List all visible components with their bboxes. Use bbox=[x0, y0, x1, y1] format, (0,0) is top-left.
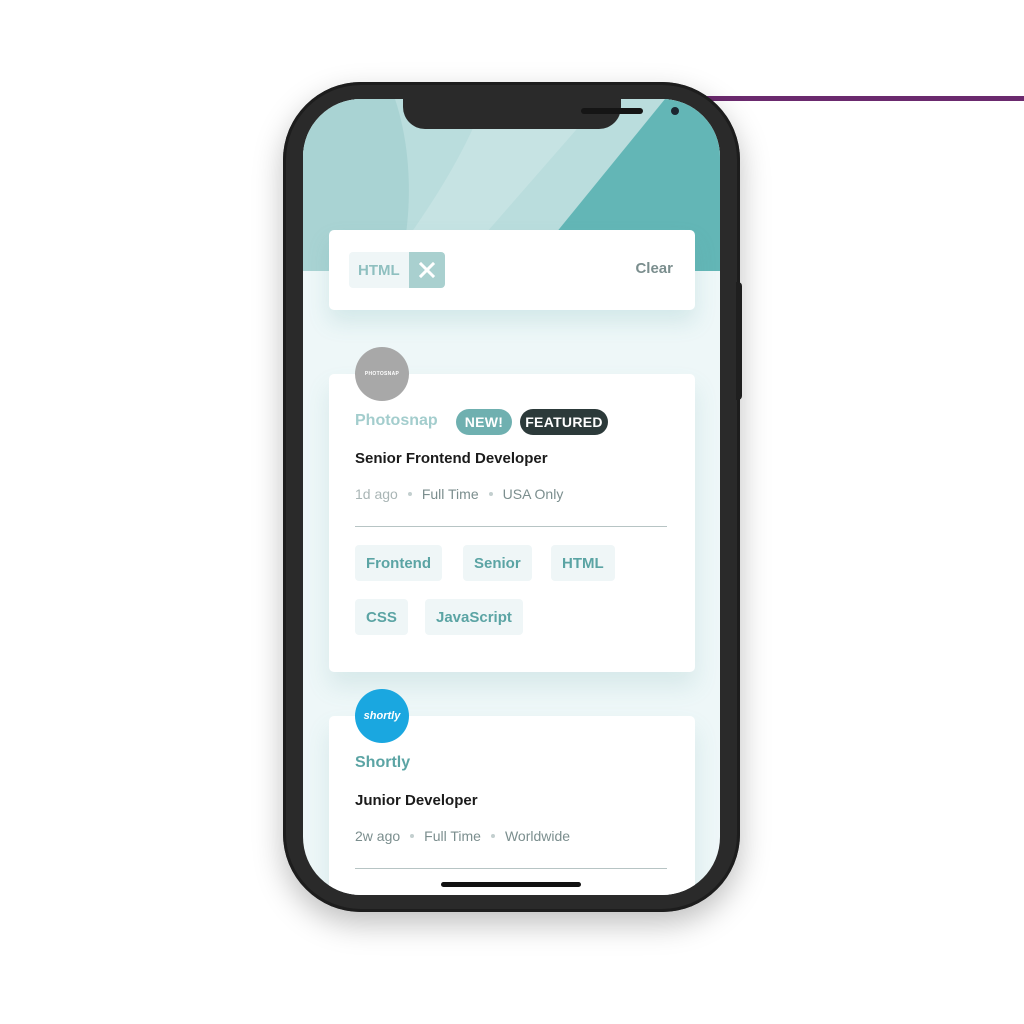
phone-frame: HTML Clear PHOTOSNAP Photosnap NEW! FEAT… bbox=[283, 82, 740, 912]
card-divider bbox=[355, 526, 667, 527]
tag-html[interactable]: HTML bbox=[551, 545, 615, 581]
speaker-grille bbox=[581, 108, 643, 114]
posted-at: 1d ago bbox=[355, 486, 398, 502]
phone-notch bbox=[403, 99, 679, 129]
contract-type: Full Time bbox=[421, 486, 479, 502]
decorative-accent-line bbox=[700, 96, 1024, 101]
phone-side-button bbox=[736, 282, 742, 400]
clear-filters-button[interactable]: Clear bbox=[635, 260, 673, 277]
company-name: Shortly bbox=[355, 754, 411, 771]
posted-at: 2w ago bbox=[355, 828, 401, 844]
job-location: Worldwide bbox=[504, 828, 571, 844]
tag-css[interactable]: CSS bbox=[355, 599, 408, 635]
contract-type: Full Time bbox=[424, 828, 481, 844]
job-position-title[interactable]: Senior Frontend Developer bbox=[355, 450, 548, 467]
separator-dot bbox=[490, 834, 495, 838]
logo-text: PHOTOSNAP bbox=[364, 371, 400, 377]
job-position-title[interactable]: Junior Developer bbox=[355, 792, 478, 809]
filter-chip-label: HTML bbox=[349, 252, 409, 288]
remove-filter-button[interactable] bbox=[408, 252, 445, 288]
app-screen: HTML Clear PHOTOSNAP Photosnap NEW! FEAT… bbox=[303, 99, 720, 895]
job-meta: 1d ago Full Time USA Only bbox=[355, 486, 563, 502]
card-divider bbox=[355, 868, 667, 869]
job-meta: 2w ago Full Time Worldwide bbox=[355, 828, 570, 844]
company-logo-shortly: shortly bbox=[355, 689, 409, 743]
featured-badge: FEATURED bbox=[520, 409, 608, 435]
separator-dot bbox=[410, 834, 415, 838]
logo-text: shortly bbox=[363, 710, 401, 722]
separator-dot bbox=[488, 492, 493, 496]
job-card-photosnap[interactable]: PHOTOSNAP Photosnap NEW! FEATURED Senior… bbox=[329, 347, 695, 672]
filter-bar: HTML Clear bbox=[329, 230, 695, 310]
tag-javascript[interactable]: JavaScript bbox=[425, 599, 523, 635]
new-badge: NEW! bbox=[456, 409, 512, 435]
tag-senior[interactable]: Senior bbox=[463, 545, 532, 581]
company-logo-photosnap: PHOTOSNAP bbox=[355, 347, 409, 401]
job-location: USA Only bbox=[502, 486, 564, 502]
filter-chip-html: HTML bbox=[349, 252, 445, 288]
tag-frontend[interactable]: Frontend bbox=[355, 545, 442, 581]
company-name: Photosnap bbox=[355, 412, 438, 429]
home-indicator[interactable] bbox=[441, 882, 581, 887]
front-camera-icon bbox=[671, 107, 679, 115]
separator-dot bbox=[407, 492, 412, 496]
close-icon bbox=[418, 262, 435, 278]
job-card-shortly[interactable]: shortly Shortly Junior Developer 2w ago … bbox=[329, 689, 695, 895]
